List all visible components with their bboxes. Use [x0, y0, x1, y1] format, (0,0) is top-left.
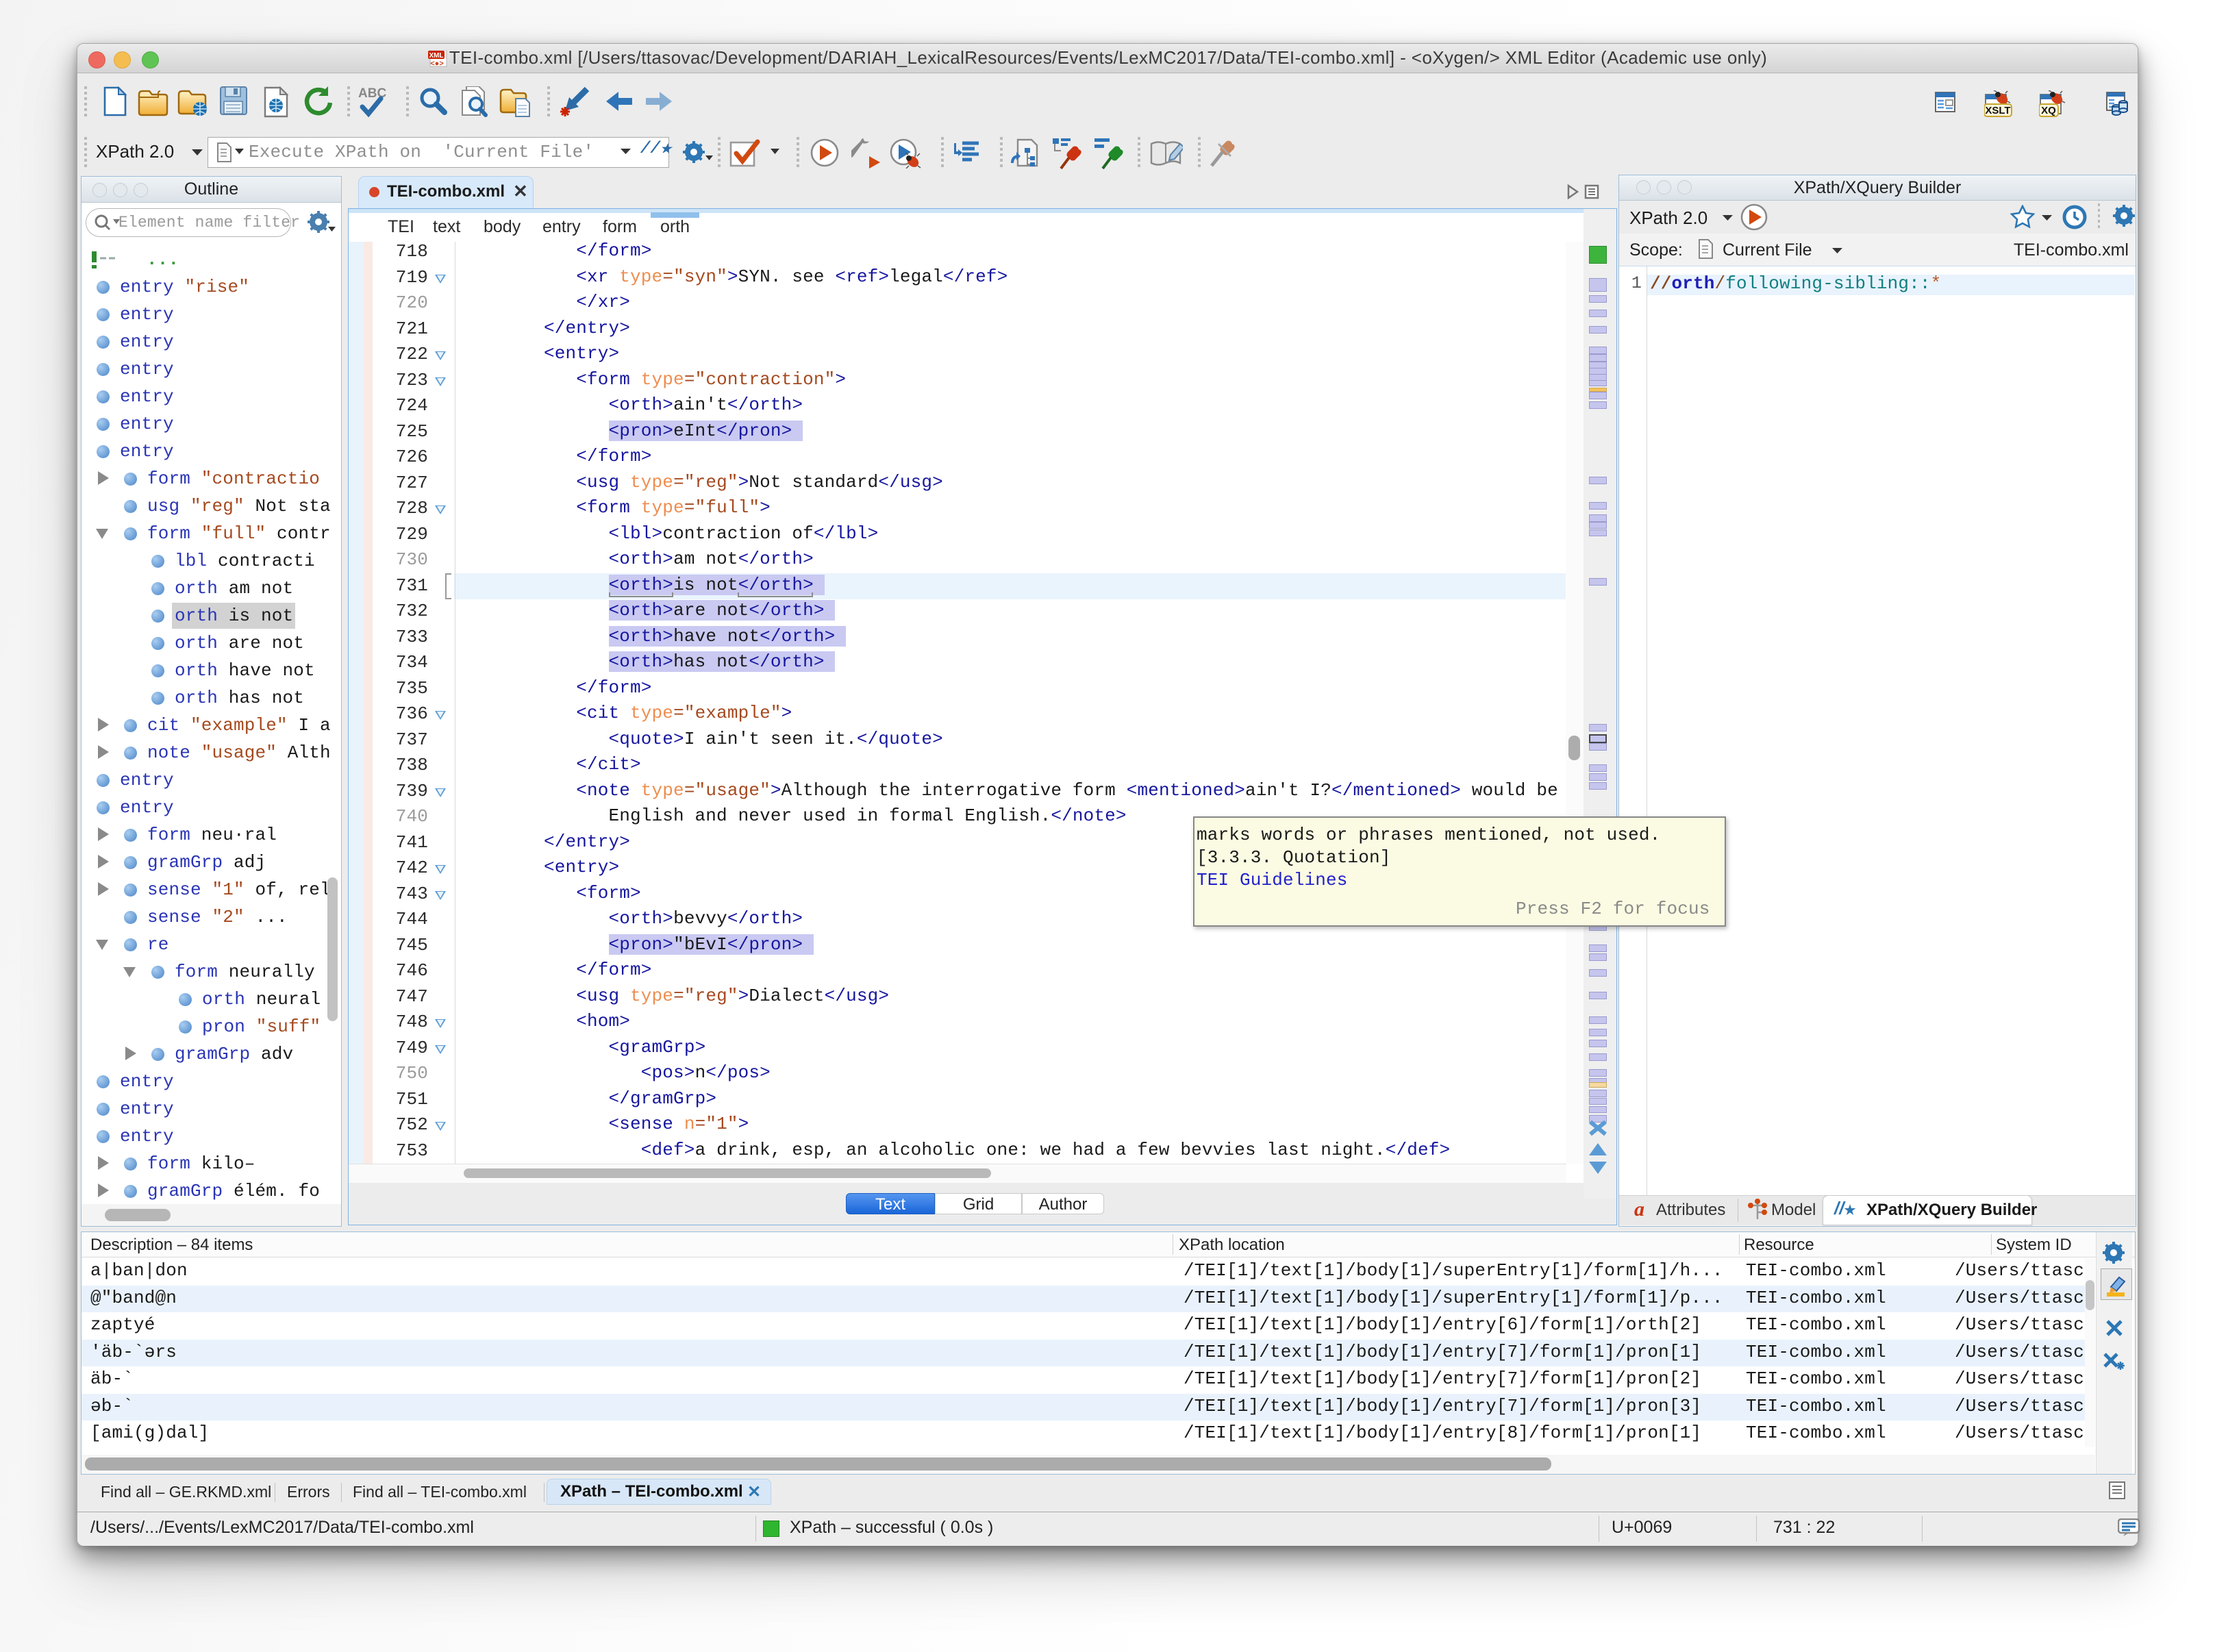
- svg-text:XQ: XQ: [2041, 105, 2056, 116]
- svg-text:XSLT: XSLT: [1985, 105, 2010, 116]
- svg-text:XML: XML: [429, 52, 443, 60]
- svg-text:<●>: <●>: [430, 60, 444, 68]
